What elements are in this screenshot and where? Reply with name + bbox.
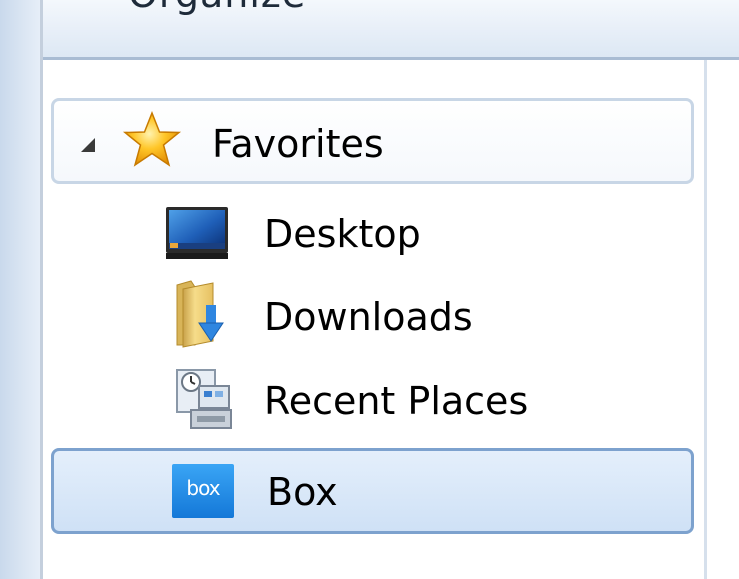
desktop-icon — [164, 205, 230, 265]
nav-item-downloads[interactable]: Downloads — [51, 276, 694, 356]
nav-item-box[interactable]: box Box — [51, 448, 694, 534]
box-label: Box — [267, 470, 338, 514]
content-pane[interactable] — [707, 60, 739, 579]
favorites-header[interactable]: Favorites — [51, 98, 694, 184]
box-icon: box — [171, 463, 235, 523]
navigation-pane[interactable]: Favorites Desktop Downloads Recent Place… — [43, 60, 704, 579]
nav-item-desktop[interactable]: Desktop — [51, 193, 694, 273]
nav-item-recent-places[interactable]: Recent Places — [51, 360, 694, 440]
window-left-border — [0, 0, 40, 579]
downloads-label: Downloads — [264, 295, 473, 339]
desktop-label: Desktop — [264, 212, 421, 256]
favorites-label: Favorites — [212, 122, 384, 166]
expand-triangle-icon[interactable] — [80, 137, 96, 157]
star-icon — [122, 110, 182, 173]
organize-button[interactable]: Organize — [128, 0, 306, 16]
recent-places-label: Recent Places — [264, 379, 529, 423]
explorer-window: Organize — [0, 0, 739, 579]
recent-places-icon — [173, 366, 237, 436]
downloads-folder-icon — [173, 279, 231, 353]
box-icon-text: box — [186, 476, 220, 500]
command-bar: Organize — [43, 0, 739, 60]
